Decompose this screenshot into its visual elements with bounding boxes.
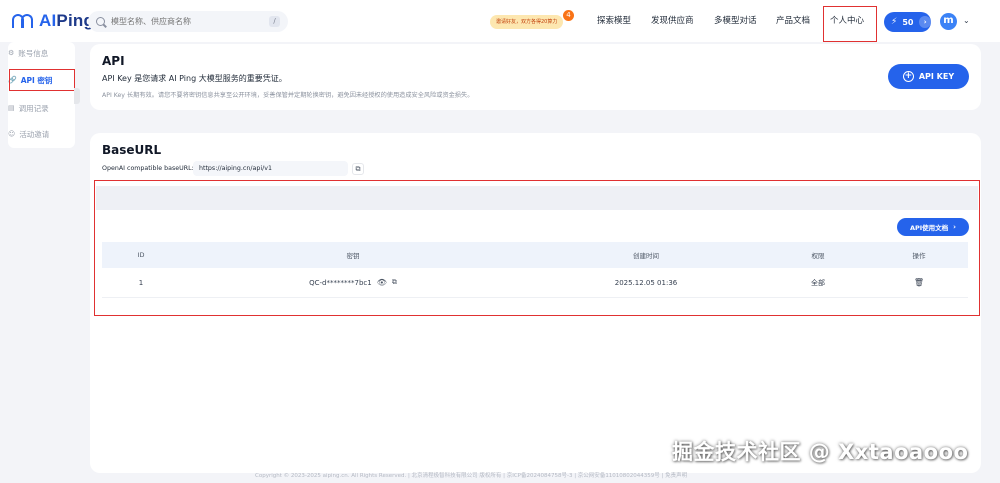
search-icon — [96, 17, 105, 26]
plus-icon: + — [902, 71, 914, 82]
api-title: API — [102, 54, 125, 68]
avatar[interactable]: m — [940, 13, 957, 30]
sidebar-item-label: 调用记录 — [18, 103, 49, 113]
key-list-highlight-box — [94, 180, 980, 316]
footer: Copyright © 2023-2025 aiping.cn. All Rig… — [255, 473, 688, 479]
chevron-down-icon[interactable]: ⌄ — [963, 16, 970, 25]
sidebar-highlight-box — [9, 69, 75, 91]
create-api-key-label: API KEY — [918, 72, 955, 81]
gear-icon: ⚙ — [8, 49, 15, 57]
promo-badge: 4 — [563, 10, 574, 21]
sidebar-item-label: 账号信息 — [18, 48, 49, 58]
watermark: 掘金技术社区 @ Xxtaoaooo — [672, 440, 969, 464]
credits-button[interactable]: ⚡ 50 › — [884, 12, 931, 32]
nav-multi-model-chat[interactable]: 多模型对话 — [714, 0, 757, 42]
chevron-right-icon: › — [919, 16, 931, 28]
nav-explore-models[interactable]: 探索模型 — [597, 0, 631, 42]
copy-icon[interactable]: ⧉ — [352, 163, 364, 175]
logo-icon — [12, 11, 36, 31]
credits-value: 50 — [902, 17, 914, 27]
api-note: API Key 长期有效。请您不要将密钥信息共享至公开环境，妥善保管并定期轮换密… — [102, 92, 474, 99]
search-bar[interactable]: / — [88, 11, 288, 32]
baseurl-label: OpenAI compatible baseURL: — [102, 165, 194, 172]
nav-discover-providers[interactable]: 发现供应商 — [651, 0, 694, 42]
sidebar-item-account[interactable]: ⚙ 账号信息 — [8, 46, 68, 60]
sidebar-collapse-handle[interactable] — [74, 88, 80, 104]
invite-promo-banner[interactable]: 邀请好友，双方各得20算力 — [490, 15, 564, 29]
logo[interactable]: AIPing — [12, 11, 94, 31]
sidebar-item-label: 活动邀请 — [19, 129, 50, 139]
people-icon: ☺ — [8, 130, 16, 138]
nav-highlight-box — [823, 6, 877, 42]
top-bar: AIPing / 邀请好友，双方各得20算力 4 探索模型 发现供应商 多模型对… — [0, 0, 1000, 42]
baseurl-title: BaseURL — [102, 143, 162, 157]
bolt-icon: ⚡ — [891, 17, 898, 27]
logo-text: AIPing — [39, 11, 95, 30]
shortcut-key-badge: / — [269, 16, 280, 27]
baseurl-field[interactable]: https://aiping.cn/api/v1 — [193, 161, 348, 176]
api-card: API API Key 是您请求 AI Ping 大模型服务的重要凭证。 API… — [90, 44, 981, 110]
sidebar-item-invites[interactable]: ☺ 活动邀请 — [8, 127, 68, 141]
api-subtitle: API Key 是您请求 AI Ping 大模型服务的重要凭证。 — [102, 74, 287, 83]
create-api-key-button[interactable]: + API KEY — [888, 64, 969, 89]
search-input[interactable] — [111, 17, 269, 26]
nav-product-docs[interactable]: 产品文档 — [776, 0, 810, 42]
sidebar-item-call-records[interactable]: ▤ 调用记录 — [8, 101, 68, 115]
document-icon: ▤ — [8, 104, 15, 112]
